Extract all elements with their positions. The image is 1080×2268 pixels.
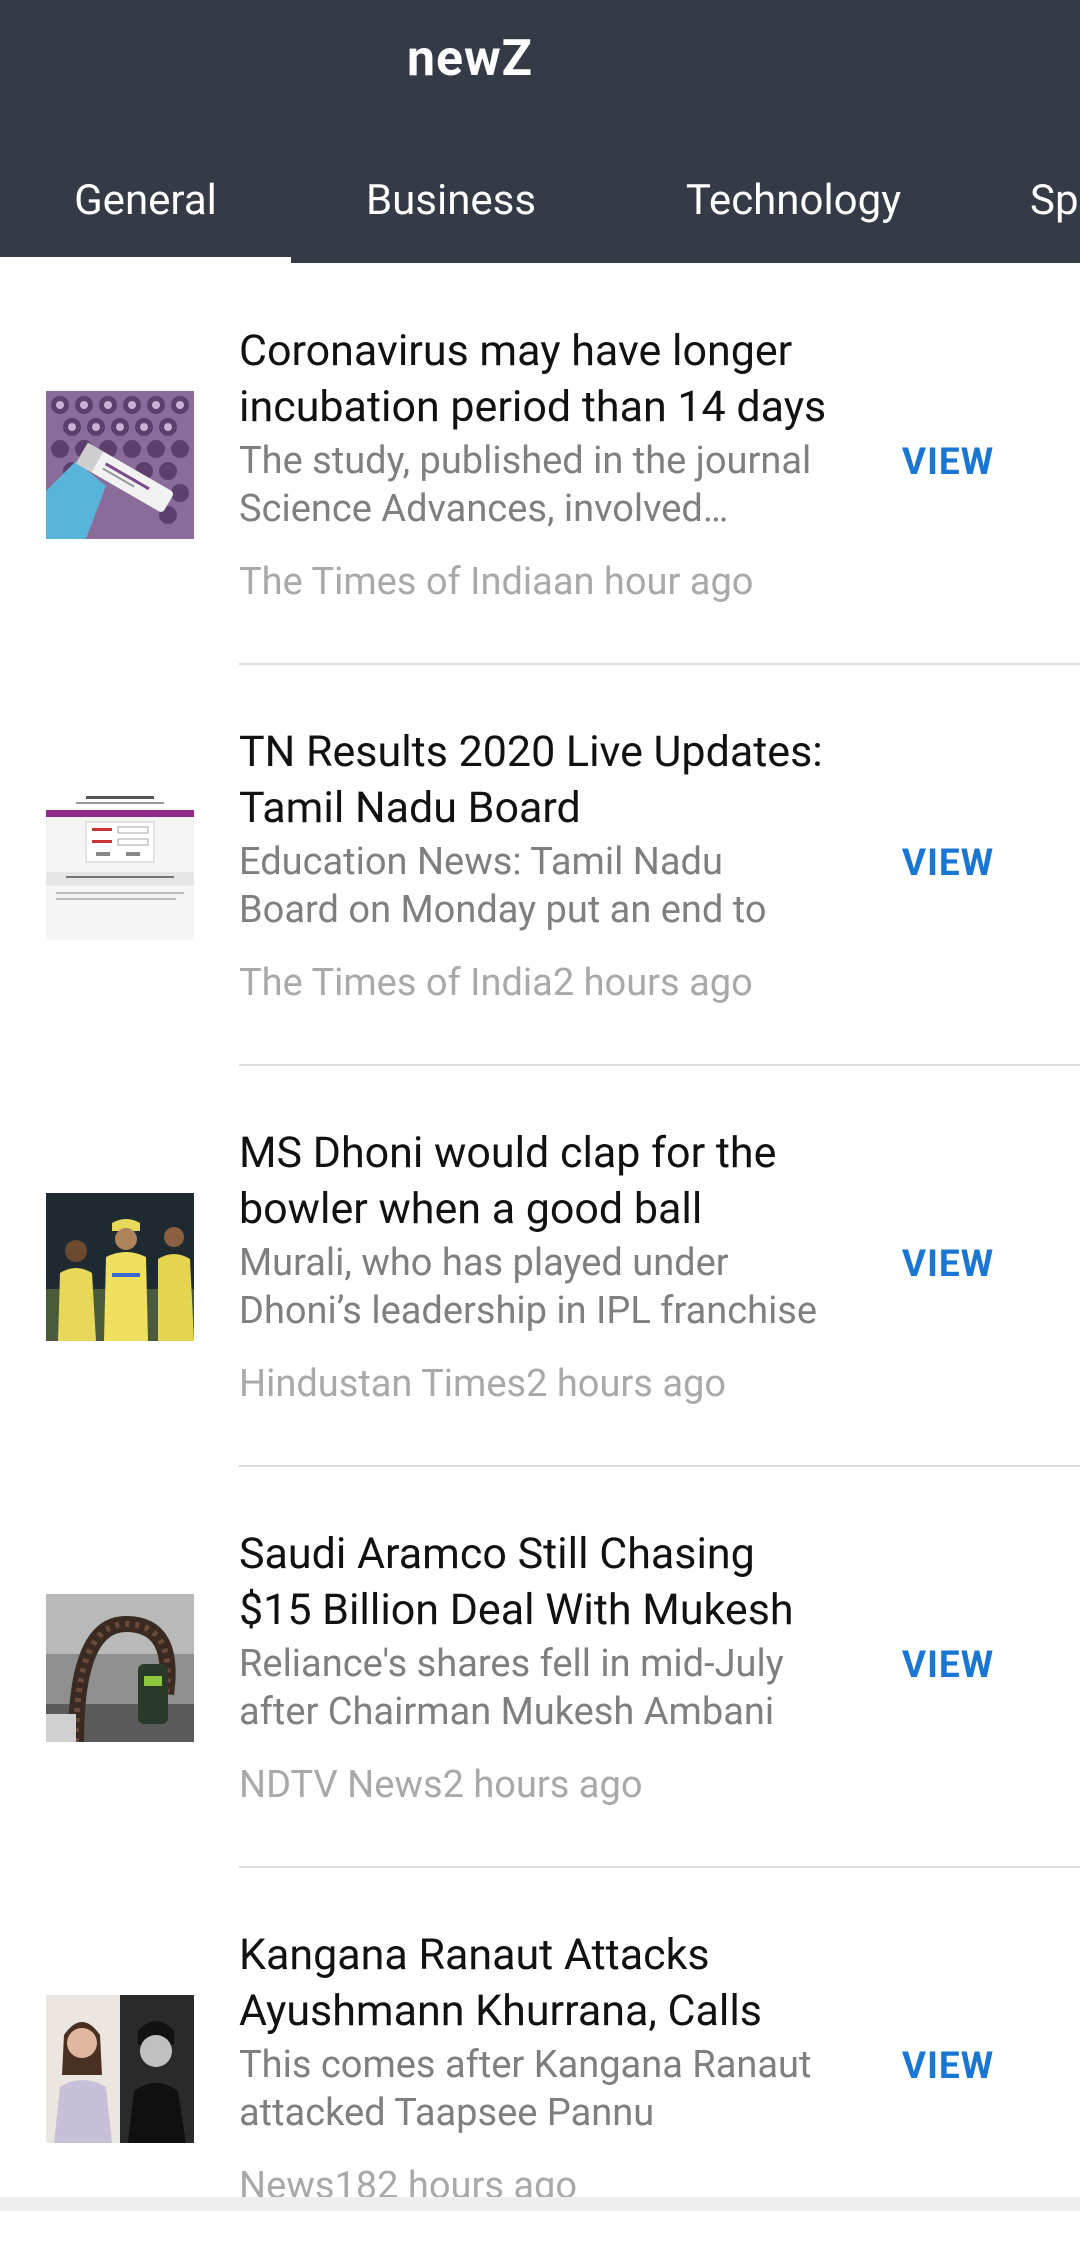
celebrity-portraits-image	[46, 1995, 194, 2143]
article-description: Education News: Tamil Nadu Board on Mond…	[239, 840, 767, 932]
view-button[interactable]: VIEW	[878, 1636, 1018, 1696]
article-source-time: Hindustan Times2 hours ago	[239, 1362, 727, 1406]
tab-business[interactable]: Business	[291, 160, 611, 263]
article-description: Reliance's shares fell in mid-July after…	[239, 1642, 784, 1734]
view-button[interactable]: VIEW	[878, 2037, 1018, 2097]
article-description: Murali, who has played under Dhoni’s lea…	[239, 1241, 818, 1333]
article-text: Coronavirus may have longer incubation p…	[239, 323, 829, 606]
article-text: MS Dhoni would clap for the bowler when …	[239, 1125, 829, 1408]
article-title: MS Dhoni would clap for the bowler when …	[239, 1128, 777, 1234]
view-button[interactable]: VIEW	[878, 433, 1018, 493]
list-item[interactable]: TN Results 2020 Live Updates: Tamil Nadu…	[0, 664, 1080, 1066]
article-thumbnail	[46, 792, 194, 940]
article-text: TN Results 2020 Live Updates: Tamil Nadu…	[239, 724, 829, 1007]
tab-general[interactable]: General	[0, 160, 291, 263]
tab-technology[interactable]: Technology	[611, 160, 976, 263]
list-item[interactable]: Saudi Aramco Still Chasing $15 Billion D…	[0, 1466, 1080, 1868]
category-tabs: General Business Technology Sp	[0, 160, 1080, 263]
article-description: The study, published in the journal Scie…	[239, 439, 812, 531]
app-bar: newZ General Business Technology Sp	[0, 0, 1080, 263]
article-thumbnail	[46, 391, 194, 539]
list-item[interactable]: Coronavirus may have longer incubation p…	[0, 263, 1080, 665]
cricket-players-image	[46, 1193, 194, 1341]
article-title: Saudi Aramco Still Chasing $15 Billion D…	[239, 1529, 794, 1635]
article-thumbnail	[46, 1995, 194, 2143]
results-page-image	[46, 792, 194, 940]
article-source-time: The Times of Indiaan hour ago	[239, 560, 754, 604]
article-description: This comes after Kangana Ranaut attacked…	[239, 2043, 812, 2135]
vaccine-vials-image	[46, 391, 194, 539]
view-button[interactable]: VIEW	[878, 1235, 1018, 1295]
article-source-time: NDTV News2 hours ago	[239, 1763, 643, 1807]
fuel-hose-image	[46, 1594, 194, 1742]
article-text: Kangana Ranaut Attacks Ayushmann Khurran…	[239, 1927, 829, 2210]
navigation-bar	[0, 2197, 1080, 2211]
article-title: TN Results 2020 Live Updates: Tamil Nadu…	[239, 727, 823, 833]
article-thumbnail	[46, 1594, 194, 1742]
app-title: newZ	[406, 30, 534, 88]
view-button[interactable]: VIEW	[878, 834, 1018, 894]
list-item[interactable]: MS Dhoni would clap for the bowler when …	[0, 1065, 1080, 1467]
article-thumbnail	[46, 1193, 194, 1341]
article-title: Kangana Ranaut Attacks Ayushmann Khurran…	[239, 1930, 762, 2036]
article-title: Coronavirus may have longer incubation p…	[239, 326, 827, 432]
article-source-time: The Times of India2 hours ago	[239, 961, 753, 1005]
tab-sports[interactable]: Sp	[1030, 160, 1080, 263]
article-text: Saudi Aramco Still Chasing $15 Billion D…	[239, 1526, 829, 1809]
